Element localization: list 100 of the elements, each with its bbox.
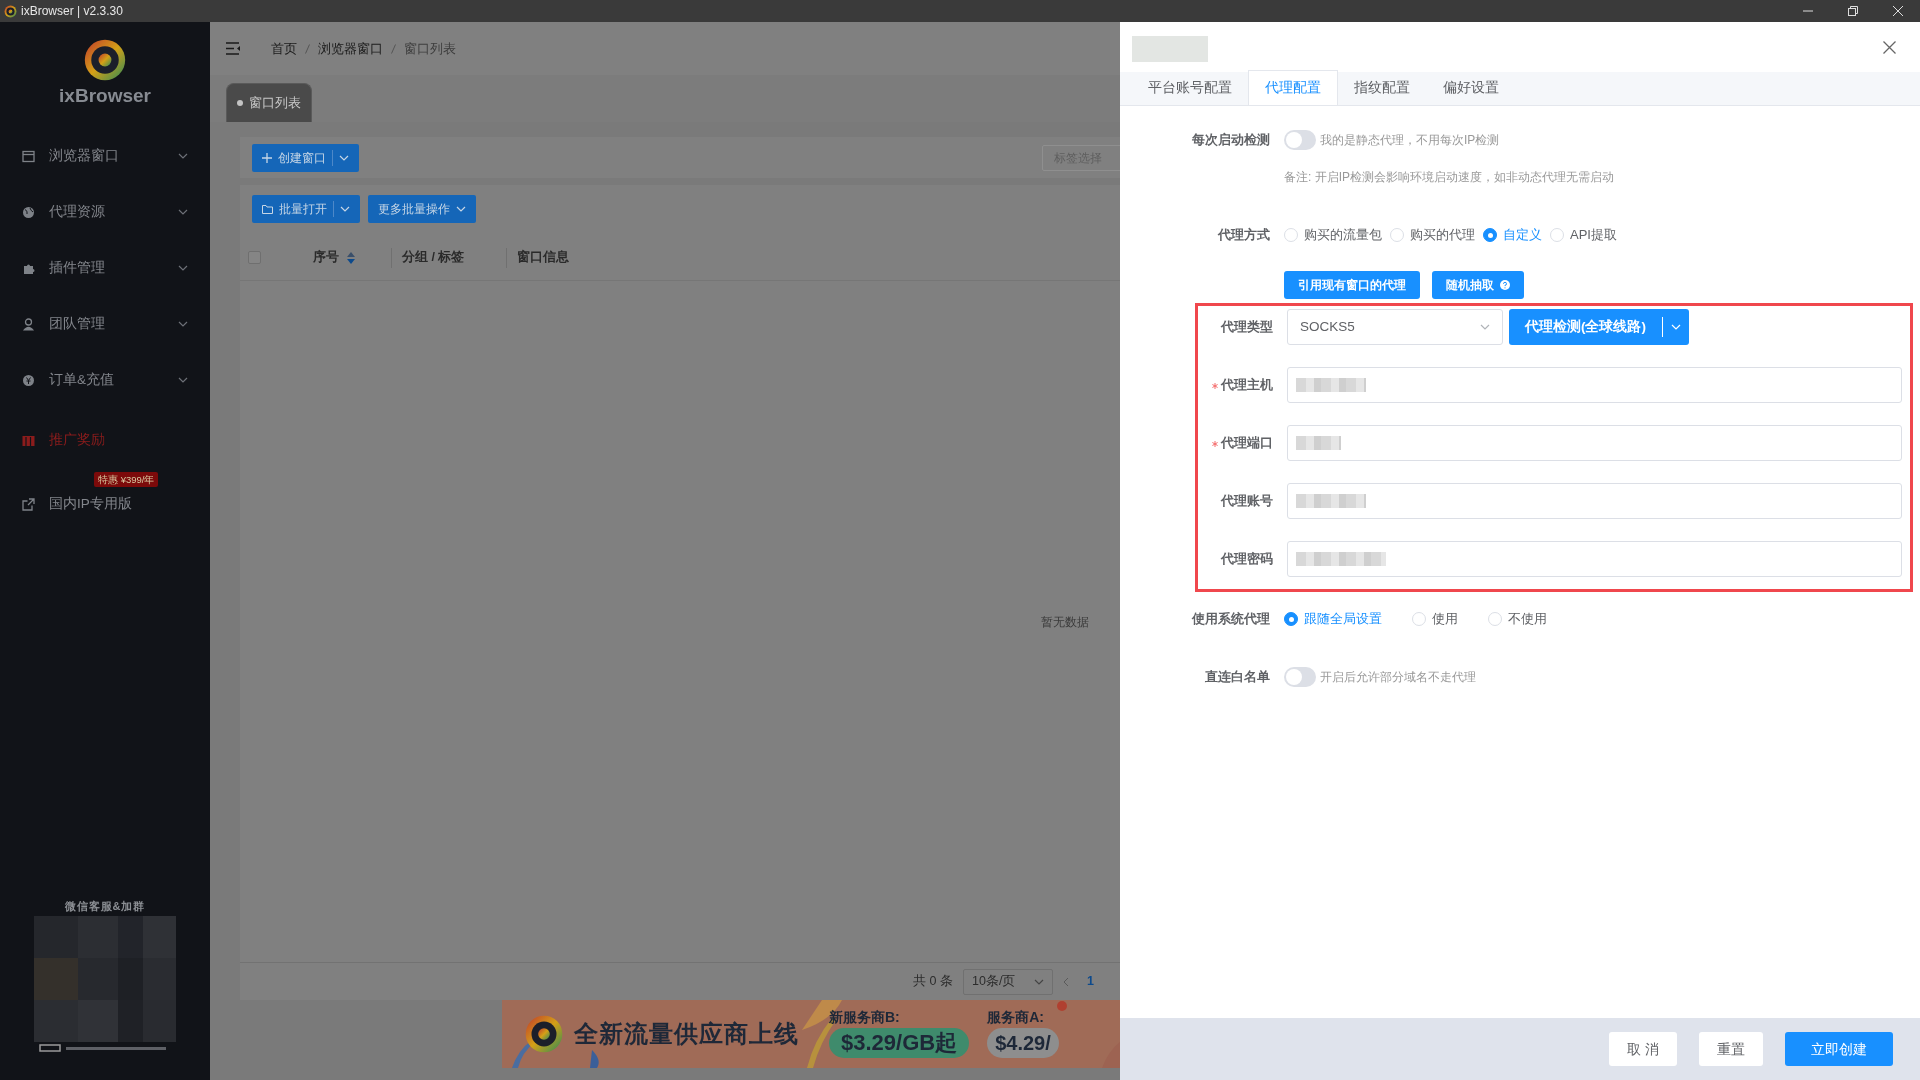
chevron-left-icon — [1063, 976, 1070, 987]
external-link-icon — [22, 497, 35, 511]
form-label: 直连白名单 — [1204, 668, 1270, 687]
form-label: 代理账号 — [1219, 492, 1273, 511]
offer-label: 服务商A: — [987, 1009, 1045, 1026]
input-field[interactable] — [1287, 541, 1902, 577]
sidebar-item[interactable]: 浏览器窗口 — [0, 128, 210, 184]
hint-text: 我的是静态代理，不用每次IP检测 — [1320, 132, 1500, 149]
sort-icon — [347, 251, 355, 264]
caret-icon — [1671, 324, 1681, 330]
radio-option[interactable]: 购买的代理 — [1390, 225, 1475, 245]
radio-option[interactable]: 不使用 — [1488, 609, 1547, 629]
price-tag: $3.29/GB起 — [829, 1028, 970, 1059]
form-label: 使用系统代理 — [1190, 610, 1270, 629]
ad-banner[interactable]: 全新流量供应商上线 新服务商B: $3.29/GB起 服务商A: $4.29/ — [502, 1000, 1120, 1068]
sidebar-item[interactable]: 团队管理 — [0, 296, 210, 352]
close-drawer-button[interactable] — [1883, 40, 1896, 54]
chevron-down-icon — [178, 153, 188, 159]
price-tag: $4.29/ — [987, 1028, 1059, 1059]
proxy-action-button[interactable]: 引用现有窗口的代理 — [1284, 271, 1420, 299]
input-field[interactable] — [1287, 483, 1902, 519]
chevron-down-icon — [1034, 978, 1045, 985]
menu-icon — [226, 42, 241, 55]
breadcrumb-link[interactable]: 首页 — [271, 38, 297, 59]
footer-button[interactable]: 重置 — [1699, 1032, 1763, 1066]
config-tab[interactable]: 偏好设置 — [1426, 71, 1516, 105]
active-dot-icon — [237, 100, 243, 106]
folder-icon — [262, 204, 273, 214]
user-icon — [22, 317, 35, 331]
window-icon — [22, 149, 35, 163]
config-tab[interactable]: 指纹配置 — [1337, 71, 1427, 105]
banner-headline: 全新流量供应商上线 — [574, 1019, 799, 1049]
breadcrumb-link[interactable]: 浏览器窗口 — [318, 38, 383, 59]
caret-icon — [339, 154, 349, 161]
redacted-value — [1296, 494, 1366, 508]
sidebar-item[interactable]: 订单&充值 — [0, 352, 210, 408]
column-header: 序号 — [313, 249, 339, 267]
form-label: 代理端口 — [1198, 433, 1273, 453]
logo-icon — [83, 38, 127, 82]
yen-icon — [22, 373, 35, 387]
column-header: 窗口信息 — [517, 248, 570, 267]
redacted-value — [1296, 378, 1366, 392]
form-label: 每次启动检测 — [1191, 131, 1270, 150]
input-field[interactable] — [1287, 367, 1902, 403]
form-label: 代理密码 — [1219, 550, 1273, 569]
batch-open-button[interactable]: 批量打开 — [252, 195, 360, 223]
form-label: 代理类型 — [1219, 318, 1273, 337]
create-button[interactable]: 立即创建 — [1785, 1032, 1893, 1066]
caret-icon — [340, 206, 350, 212]
proxy-check-button[interactable]: 代理检测(全球线路) — [1509, 309, 1689, 345]
close-icon — [1892, 6, 1903, 16]
chevron-down-icon — [178, 265, 188, 271]
breadcrumb-link[interactable]: 窗口列表 — [404, 38, 456, 59]
proxy-action-button[interactable]: 随机抽取 — [1432, 271, 1524, 299]
qr-caption: 微信客服&加群 — [64, 898, 146, 914]
page-size-select[interactable]: 10条/页 — [963, 968, 1054, 995]
empty-state-text: 暂无数据 — [1041, 613, 1089, 631]
asterisk-icon — [1212, 440, 1218, 447]
promo-badge: 特惠 ¥399/年 — [94, 472, 159, 487]
logo-icon — [524, 1014, 564, 1054]
footer-button[interactable]: 取 消 — [1609, 1032, 1677, 1066]
radio-option[interactable]: 自定义 — [1483, 225, 1542, 245]
chevron-down-icon — [1480, 324, 1490, 330]
hint-text: 开启后允许部分域名不走代理 — [1320, 669, 1476, 686]
more-batch-button[interactable]: 更多批量操作 — [368, 195, 476, 223]
radio-option[interactable]: 购买的流量包 — [1284, 225, 1382, 245]
form-label: 代理方式 — [1216, 226, 1270, 245]
asterisk-icon — [1212, 382, 1218, 389]
redacted-value — [1296, 436, 1341, 450]
app-logo-text: ixBrowser — [59, 84, 151, 108]
note-text: 备注: 开启IP检测会影响环境启动速度，如非动态代理无需启动 — [1284, 169, 1615, 186]
column-header: 分组 / 标签 — [402, 249, 465, 267]
separator-icon — [391, 43, 396, 54]
plus-icon — [262, 152, 272, 163]
caret-icon — [456, 206, 466, 212]
proxy-type-select[interactable]: SOCKS5 — [1287, 309, 1503, 345]
sidebar-item[interactable]: 国内IP专用版 — [0, 487, 210, 521]
config-tab[interactable]: 平台账号配置 — [1131, 71, 1249, 105]
config-tab[interactable]: 代理配置 — [1248, 70, 1338, 105]
chevron-down-icon — [178, 209, 188, 215]
input-field[interactable] — [1287, 425, 1902, 461]
sidebar-item[interactable]: 代理资源 — [0, 184, 210, 240]
window-title: ixBrowser | v2.3.30 — [21, 3, 123, 20]
prev-page-button[interactable] — [1063, 976, 1070, 987]
logo-icon — [4, 4, 17, 18]
radio-option[interactable]: API提取 — [1550, 225, 1617, 245]
restore-icon — [1847, 6, 1858, 16]
chevron-down-icon — [178, 321, 188, 327]
offer-label: 新服务商B: — [829, 1009, 901, 1026]
separator-icon — [305, 43, 310, 54]
radio-option[interactable]: 使用 — [1412, 609, 1458, 629]
toggle-switch[interactable] — [1284, 667, 1316, 687]
radio-option[interactable]: 跟随全局设置 — [1284, 609, 1382, 629]
form-label: 代理主机 — [1198, 375, 1273, 395]
gift-icon — [22, 433, 35, 447]
sidebar-item[interactable]: 插件管理 — [0, 240, 210, 296]
toggle-switch[interactable] — [1284, 130, 1316, 150]
page-tab[interactable]: 窗口列表 — [226, 83, 312, 122]
close-icon — [1883, 40, 1896, 54]
create-window-button[interactable]: 创建窗口 — [252, 143, 359, 172]
